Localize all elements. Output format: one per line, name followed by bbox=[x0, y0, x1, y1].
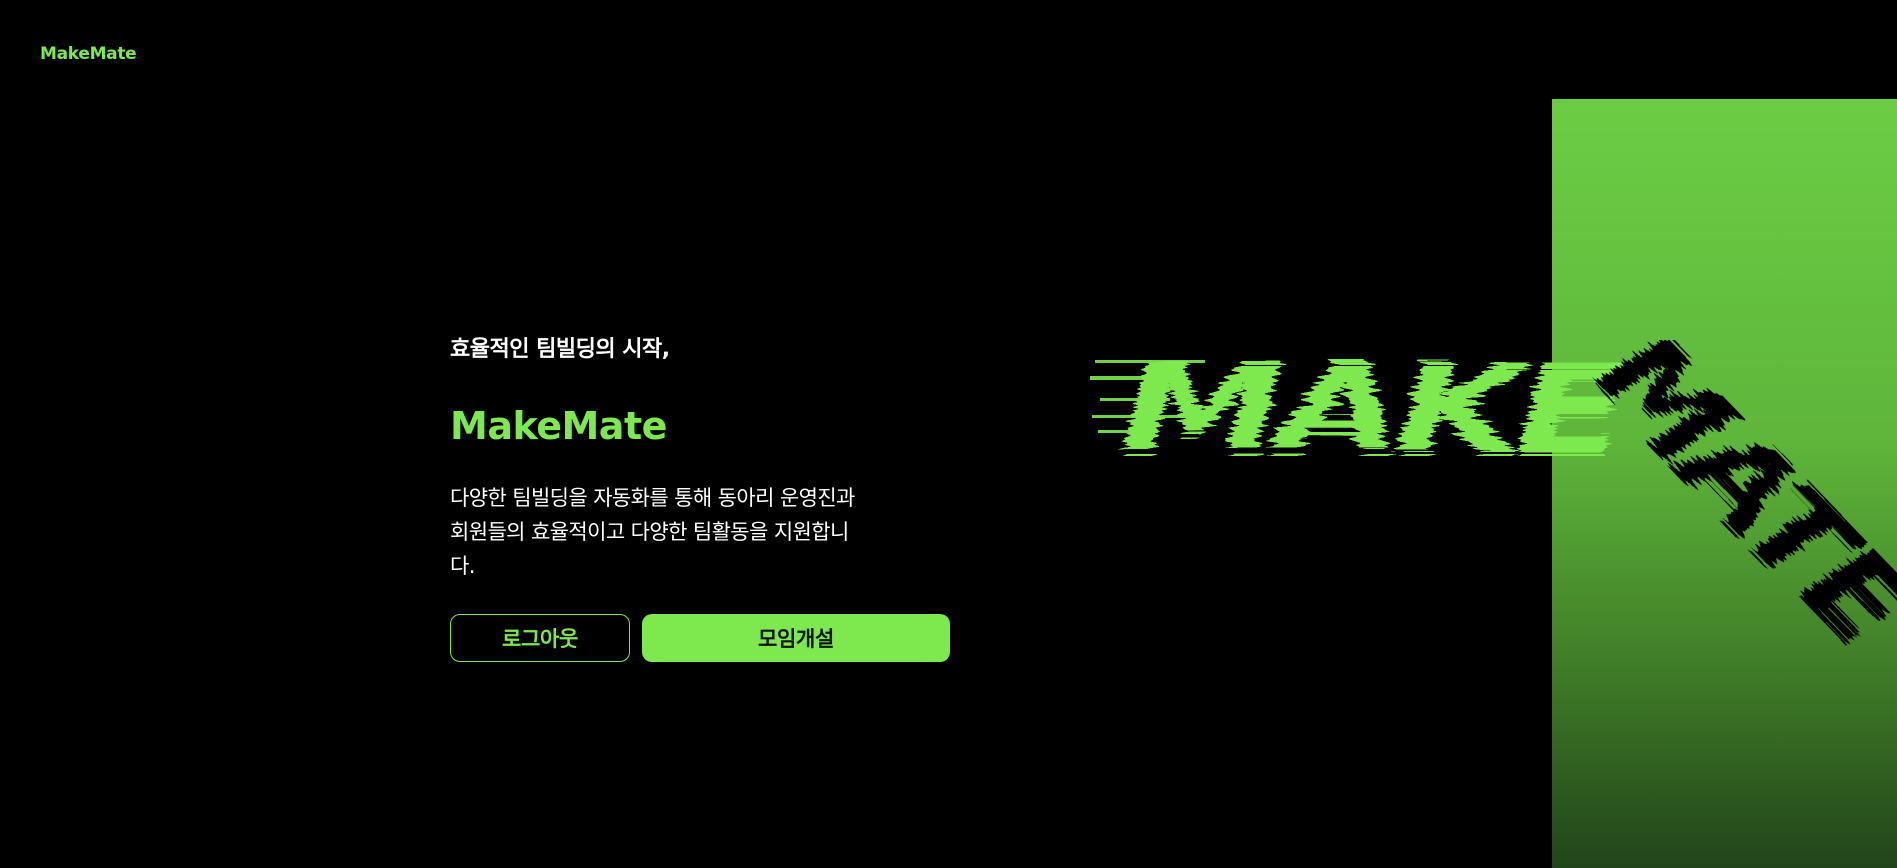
landing-page: MakeMate 효율적인 팀빌딩의 시작, MakeMate 다양한 팀빌딩을… bbox=[0, 0, 1897, 868]
create-group-button[interactable]: 모임개설 bbox=[642, 614, 950, 662]
hero-description-line-2: 회원들의 효율적이고 다양한 팀활동을 지원합니 bbox=[450, 520, 849, 544]
logout-button[interactable]: 로그아웃 bbox=[450, 614, 630, 662]
glitch-makemate-art: MAKE MATE bbox=[1090, 340, 1897, 675]
hero-title: MakeMate bbox=[450, 404, 667, 448]
hero-actions: 로그아웃 모임개설 bbox=[450, 614, 950, 662]
art-word-make: MAKE bbox=[1120, 340, 1626, 481]
logo[interactable]: MakeMate bbox=[40, 44, 137, 64]
hero-description: 다양한 팀빌딩을 자동화를 통해 동아리 운영진과회원들의 효율적이고 다양한 … bbox=[450, 481, 950, 583]
art-word-mate: MATE bbox=[1572, 340, 1897, 675]
hero-description-line-3: 다. bbox=[450, 554, 475, 578]
hero-description-line-1: 다양한 팀빌딩을 자동화를 통해 동아리 운영진과 bbox=[450, 486, 855, 510]
hero-tagline: 효율적인 팀빌딩의 시작, bbox=[450, 337, 670, 362]
hero-section: 효율적인 팀빌딩의 시작, MakeMate 다양한 팀빌딩을 자동화를 통해 … bbox=[450, 332, 970, 583]
